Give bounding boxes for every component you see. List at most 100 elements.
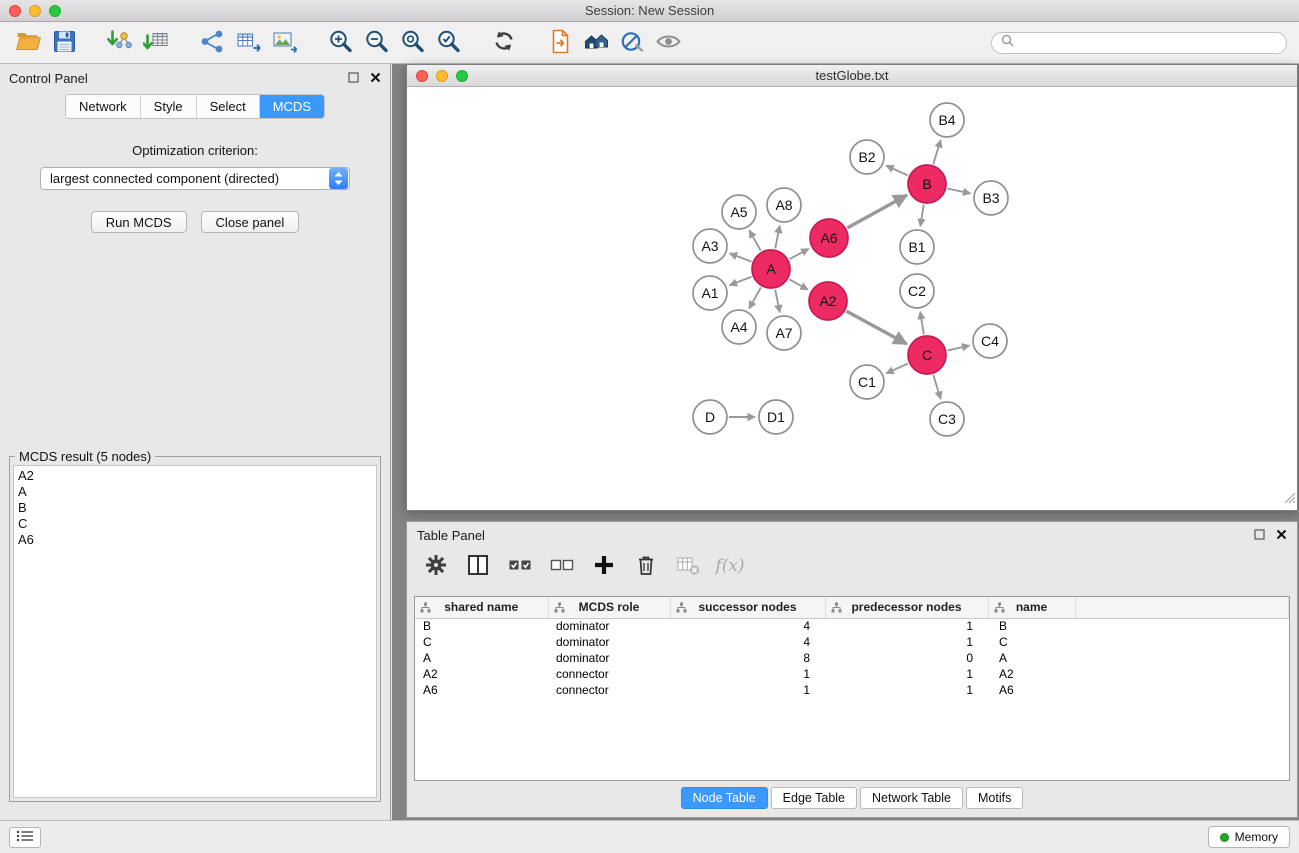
show-columns-button[interactable] [463, 552, 493, 580]
close-panel-action-button[interactable]: Close panel [201, 211, 300, 233]
graph-edge-C-C4[interactable] [948, 346, 970, 351]
table-row[interactable]: A6connector11A6 [415, 682, 1289, 698]
mcds-result-item[interactable]: B [18, 500, 372, 516]
table-row[interactable]: Adominator80A [415, 650, 1289, 666]
delete-column-button[interactable] [631, 552, 661, 580]
graph-node-A4[interactable]: A4 [722, 310, 756, 344]
zoom-selected-button[interactable] [430, 26, 466, 60]
zoom-fit-button[interactable] [394, 26, 430, 60]
float-panel-button[interactable] [348, 71, 359, 86]
graph-node-C2[interactable]: C2 [900, 274, 934, 308]
document-button[interactable] [542, 26, 578, 60]
graph-edge-B-B2[interactable] [886, 166, 908, 176]
graph-edge-A-A8[interactable] [775, 226, 780, 249]
float-table-panel-button[interactable] [1254, 528, 1265, 543]
tab-edge-table[interactable]: Edge Table [771, 787, 857, 809]
graph-node-A[interactable]: A [752, 250, 790, 288]
graph-edge-A6-B[interactable] [847, 195, 907, 228]
graph-edge-A-A7[interactable] [775, 290, 780, 313]
import-table-button[interactable] [138, 26, 174, 60]
tab-network-table[interactable]: Network Table [860, 787, 963, 809]
graph-node-C1[interactable]: C1 [850, 365, 884, 399]
graph-node-B1[interactable]: B1 [900, 230, 934, 264]
hide-selected-button[interactable] [614, 26, 650, 60]
close-table-panel-button[interactable] [1276, 528, 1287, 543]
network-canvas[interactable]: B4 B2 B B3 A5 A8 A6 B1 A3 A C2 A1 A2 A4 A7 C4 C C1 C3 D D1 [407, 87, 1297, 510]
graph-edge-A-A1[interactable] [730, 277, 752, 286]
resize-grip-icon[interactable] [1284, 491, 1296, 509]
search-input[interactable] [1020, 35, 1277, 50]
mcds-result-list[interactable]: A2ABCA6 [13, 465, 377, 798]
export-table-button[interactable] [230, 26, 266, 60]
graph-node-B4[interactable]: B4 [930, 103, 964, 137]
save-session-button[interactable] [46, 26, 82, 60]
delete-table-button[interactable] [673, 552, 703, 580]
table-settings-button[interactable] [421, 552, 451, 580]
column-header-shared-name[interactable]: shared name [415, 597, 548, 618]
mcds-result-item[interactable]: A [18, 484, 372, 500]
graph-node-C[interactable]: C [908, 336, 946, 374]
graph-node-D1[interactable]: D1 [759, 400, 793, 434]
graph-node-D[interactable]: D [693, 400, 727, 434]
table-row[interactable]: Bdominator41B [415, 618, 1289, 634]
tab-network[interactable]: Network [66, 95, 141, 118]
mcds-result-item[interactable]: A2 [18, 468, 372, 484]
apply-layout-button[interactable] [486, 26, 522, 60]
graph-edge-A-A2[interactable] [789, 279, 808, 289]
column-header-predecessor-nodes[interactable]: predecessor nodes [825, 597, 988, 618]
graph-node-B3[interactable]: B3 [974, 181, 1008, 215]
graph-edge-C-C3[interactable] [933, 375, 940, 399]
graph-edge-B-B3[interactable] [948, 189, 971, 194]
graph-node-B[interactable]: B [908, 165, 946, 203]
column-header-successor-nodes[interactable]: successor nodes [670, 597, 825, 618]
tab-style[interactable]: Style [141, 95, 197, 118]
export-image-button[interactable] [266, 26, 302, 60]
import-network-button[interactable] [102, 26, 138, 60]
graph-node-B2[interactable]: B2 [850, 140, 884, 174]
column-header-name[interactable]: name [988, 597, 1075, 618]
graph-edge-C-C2[interactable] [920, 312, 924, 335]
graph-edge-A-A3[interactable] [730, 253, 752, 261]
select-all-rows-button[interactable] [505, 552, 535, 580]
zoom-out-button[interactable] [358, 26, 394, 60]
graph-edge-A-A5[interactable] [749, 230, 760, 250]
graph-node-A7[interactable]: A7 [767, 316, 801, 350]
mcds-result-item[interactable]: C [18, 516, 372, 532]
zoom-in-button[interactable] [322, 26, 358, 60]
add-column-button[interactable] [589, 552, 619, 580]
first-neighbors-button[interactable] [578, 26, 614, 60]
run-mcds-button[interactable]: Run MCDS [91, 211, 187, 233]
deselect-all-rows-button[interactable] [547, 552, 577, 580]
graph-node-A5[interactable]: A5 [722, 195, 756, 229]
tab-motifs[interactable]: Motifs [966, 787, 1023, 809]
task-history-button[interactable] [9, 827, 41, 848]
graph-edge-A-A4[interactable] [749, 287, 761, 308]
tab-node-table[interactable]: Node Table [681, 787, 768, 809]
open-session-button[interactable] [10, 26, 46, 60]
column-header-mcds-role[interactable]: MCDS role [548, 597, 670, 618]
graph-edge-A-A6[interactable] [790, 249, 809, 259]
criterion-dropdown[interactable]: largest connected component (directed) [40, 167, 350, 190]
close-panel-button[interactable] [370, 71, 381, 86]
graph-node-C3[interactable]: C3 [930, 402, 964, 436]
export-network-button[interactable] [194, 26, 230, 60]
graph-edge-B-B1[interactable] [920, 205, 923, 227]
tab-select[interactable]: Select [197, 95, 260, 118]
table-row[interactable]: A2connector11A2 [415, 666, 1289, 682]
graph-node-A8[interactable]: A8 [767, 188, 801, 222]
search-field[interactable] [991, 32, 1287, 54]
graph-node-C4[interactable]: C4 [973, 324, 1007, 358]
graph-edge-A2-C[interactable] [846, 311, 906, 344]
table-row[interactable]: Cdominator41C [415, 634, 1289, 650]
graph-edge-C-C1[interactable] [886, 364, 908, 374]
memory-button[interactable]: Memory [1208, 826, 1290, 848]
graph-node-A1[interactable]: A1 [693, 276, 727, 310]
graph-edge-B-B4[interactable] [933, 140, 940, 164]
graph-node-A6[interactable]: A6 [810, 219, 848, 257]
graph-node-A2[interactable]: A2 [809, 282, 847, 320]
mcds-result-item[interactable]: A6 [18, 532, 372, 548]
graph-node-A3[interactable]: A3 [693, 229, 727, 263]
show-all-button[interactable] [650, 26, 686, 60]
function-builder-button[interactable]: f(x) [715, 552, 745, 580]
tab-mcds[interactable]: MCDS [260, 95, 324, 118]
